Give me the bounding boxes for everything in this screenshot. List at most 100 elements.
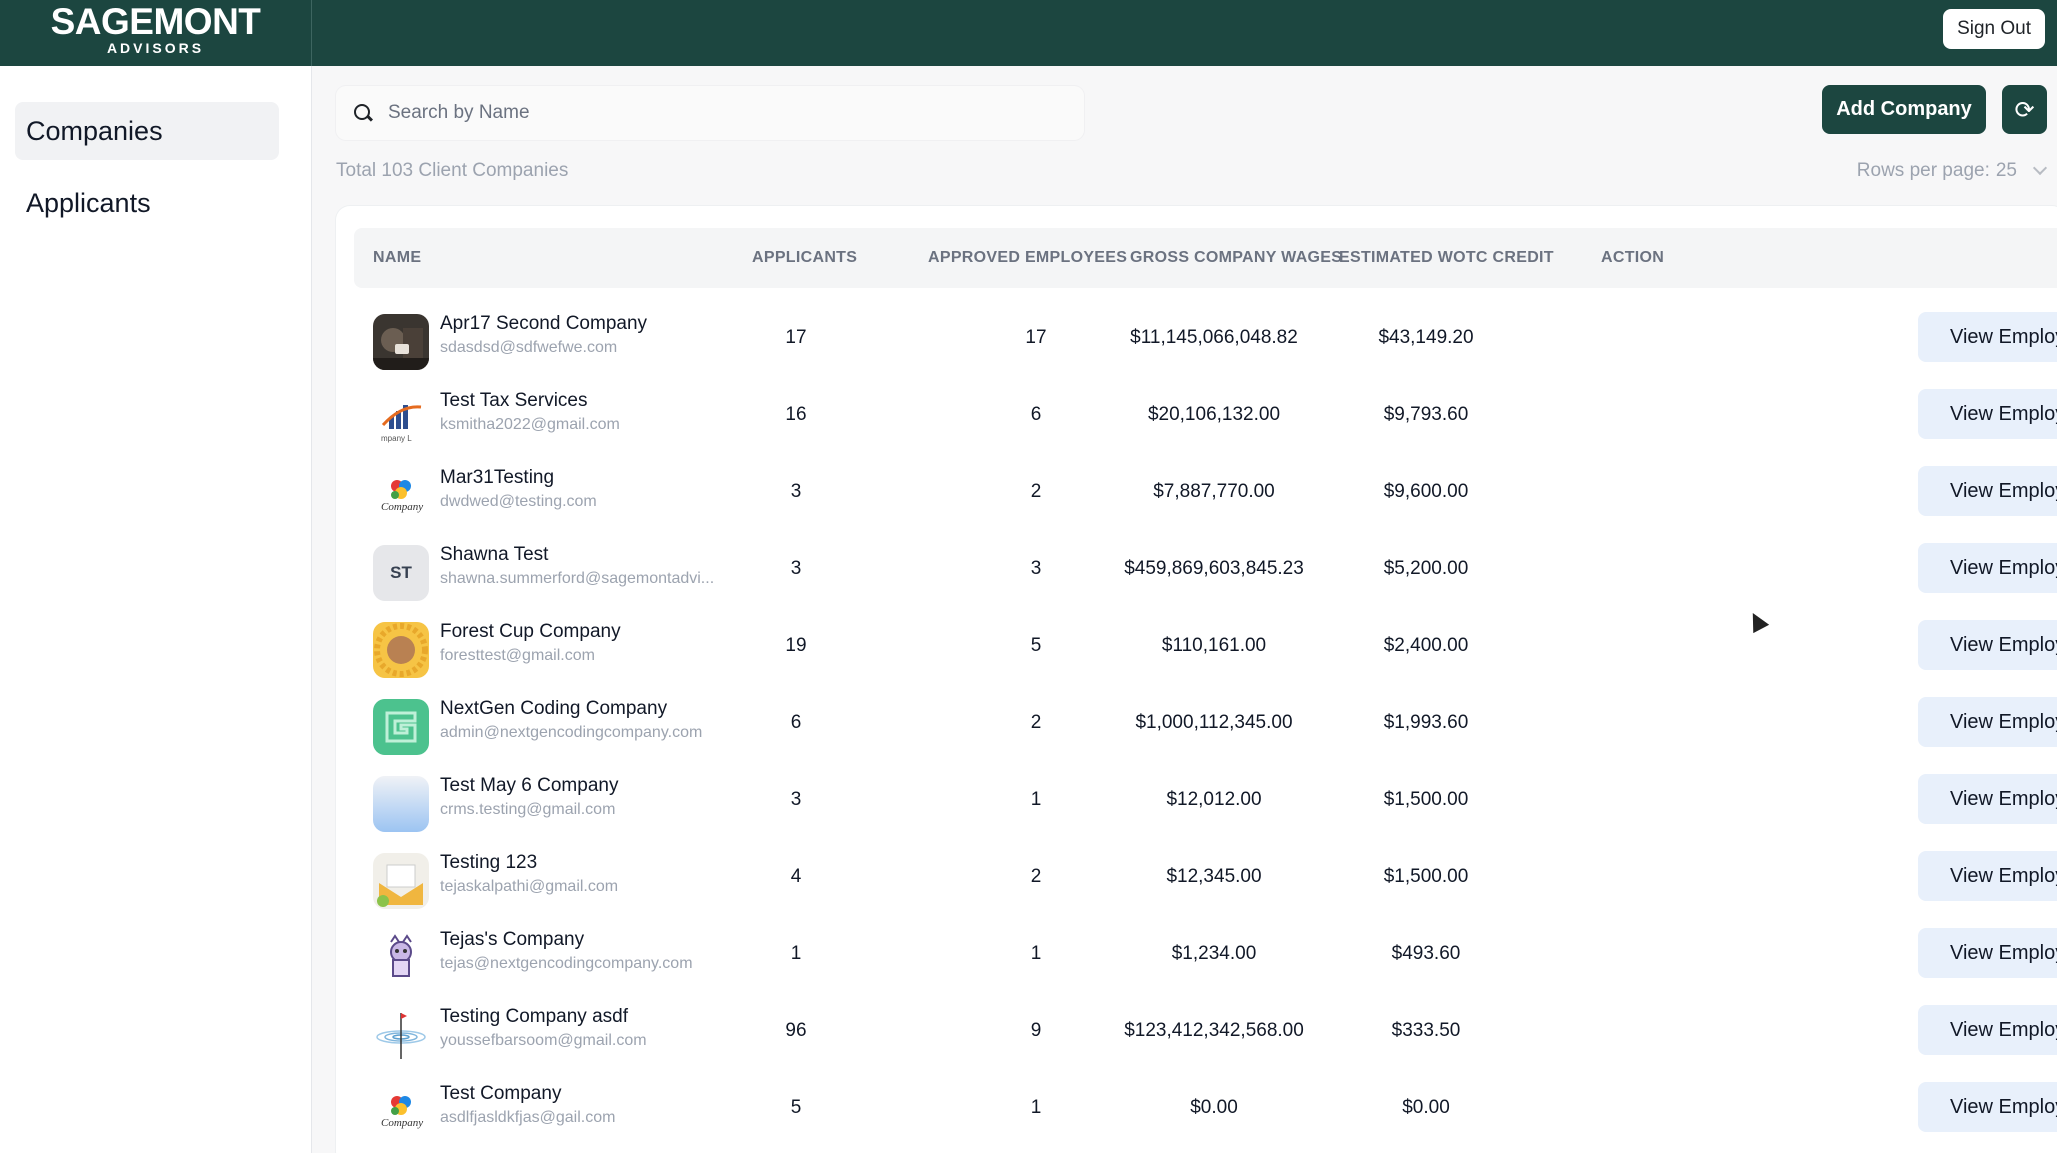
approved-employees-count: 1 (1030, 789, 1042, 810)
sidebar-item-label: Applicants (26, 187, 151, 218)
company-name[interactable]: Tejas's Company (440, 929, 584, 951)
company-name[interactable]: Test May 6 Company (440, 775, 618, 797)
estimated-wotc-credit: $2,400.00 (1383, 635, 1469, 656)
table-row[interactable]: Test May 6 Company crms.testing@gmail.com… (336, 760, 2057, 837)
company-name[interactable]: Testing Company asdf (440, 1006, 628, 1028)
table-row[interactable]: ST Shawna Test shawna.summerford@sagemonta… (336, 529, 2057, 606)
sign-out-button[interactable]: Sign Out (1943, 9, 2045, 49)
column-header-name[interactable]: NAME (373, 228, 421, 288)
column-header-wotc-credit[interactable]: ESTIMATED WOTC CREDIT (1339, 228, 1554, 288)
table-row[interactable]: Tejas's Company tejas@nextgencodingcompan… (336, 914, 2057, 991)
company-name[interactable]: NextGen Coding Company (440, 698, 667, 720)
estimated-wotc-credit: $1,993.60 (1383, 712, 1469, 733)
logo-wordmark: SAGEMONT (50, 1, 261, 42)
column-header-approved-employees[interactable]: APPROVED EMPLOYEES (928, 228, 1127, 288)
rows-per-page-select[interactable]: Rows per page: 25 (1856, 160, 2048, 182)
column-header-applicants[interactable]: APPLICANTS (752, 228, 857, 288)
company-avatar (373, 853, 429, 909)
total-companies-count: Total 103 Client Companies (336, 160, 569, 181)
company-name[interactable]: Testing 123 (440, 852, 537, 874)
company-email: tejas@nextgencodingcompany.com (440, 955, 693, 972)
gross-company-wages: $123,412,342,568.00 (1124, 1020, 1304, 1041)
svg-text:Company: Company (381, 1117, 423, 1129)
view-employees-button[interactable]: View Employees (1918, 312, 2057, 362)
rows-per-page-label: Rows per page: (1856, 160, 1990, 181)
estimated-wotc-credit: $493.60 (1391, 943, 1461, 964)
refresh-button[interactable]: ⟳ (2002, 85, 2047, 134)
column-header-gross-wages[interactable]: GROSS COMPANY WAGES (1130, 228, 1342, 288)
applicants-count: 5 (790, 1097, 802, 1118)
view-employees-button[interactable]: View Employees (1918, 928, 2057, 978)
view-employees-button[interactable]: View Employees (1918, 1005, 2057, 1055)
estimated-wotc-credit: $43,149.20 (1378, 327, 1474, 348)
top-bar: SAGEMONT ADVISORS Sign Out (0, 0, 2057, 66)
approved-employees-count: 2 (1030, 866, 1042, 887)
table-row[interactable]: Testing Company asdf youssefbarsoom@gmail… (336, 991, 2057, 1068)
view-employees-button[interactable]: View Employees (1918, 620, 2057, 670)
table-row[interactable]: Testing 123 tejaskalpathi@gmail.com 4 2 $12,… (336, 837, 2057, 914)
view-employees-button[interactable]: View Employees (1918, 389, 2057, 439)
table-header: NAME APPLICANTS APPROVED EMPLOYEES GROSS… (354, 228, 2057, 288)
company-avatar: mpany L (373, 391, 429, 447)
table-row[interactable]: Company Test Company asdlfjasldkfjas@gail.… (336, 1068, 2057, 1145)
company-email: asdlfjasldkfjas@gail.com (440, 1109, 616, 1126)
company-name[interactable]: Mar31Testing (440, 467, 554, 489)
table-row[interactable]: mpany L Test Tax Services ksmitha2022@gmai… (336, 375, 2057, 452)
gross-company-wages: $1,000,112,345.00 (1135, 712, 1293, 733)
search-input[interactable] (388, 102, 1048, 124)
company-email: dwdwed@testing.com (440, 493, 597, 510)
logo-subtitle: ADVISORS (106, 40, 205, 56)
gross-company-wages: $110,161.00 (1161, 635, 1267, 656)
company-email: foresttest@gmail.com (440, 647, 595, 664)
company-email: ksmitha2022@gmail.com (440, 416, 620, 433)
estimated-wotc-credit: $0.00 (1402, 1097, 1450, 1118)
applicants-count: 1 (790, 943, 802, 964)
applicants-count: 3 (790, 789, 802, 810)
company-name[interactable]: Test Tax Services (440, 390, 587, 412)
applicants-count: 3 (790, 481, 802, 502)
gross-company-wages: $1,234.00 (1171, 943, 1257, 964)
sidebar-item-companies[interactable]: Companies (15, 102, 279, 160)
add-company-button[interactable]: Add Company (1822, 85, 1986, 134)
view-employees-button[interactable]: View Employees (1918, 466, 2057, 516)
sagemont-logo[interactable]: SAGEMONT ADVISORS (0, 0, 312, 66)
gross-company-wages: $12,012.00 (1166, 789, 1262, 810)
gross-company-wages: $0.00 (1190, 1097, 1238, 1118)
sidebar-item-applicants[interactable]: Applicants (15, 174, 279, 232)
search-box[interactable] (336, 86, 1084, 140)
view-employees-button[interactable]: View Employees (1918, 1082, 2057, 1132)
table-row[interactable]: NextGen Coding Company admin@nextgencodin… (336, 683, 2057, 760)
company-name[interactable]: Test Company (440, 1083, 561, 1105)
company-name[interactable]: Apr17 Second Company (440, 313, 647, 335)
view-employees-button[interactable]: View Employees (1918, 851, 2057, 901)
applicants-count: 19 (785, 635, 807, 656)
company-name[interactable]: Forest Cup Company (440, 621, 621, 643)
approved-employees-count: 2 (1030, 481, 1042, 502)
estimated-wotc-credit: $1,500.00 (1383, 866, 1469, 887)
table-row[interactable]: Forest Cup Company foresttest@gmail.com 19… (336, 606, 2057, 683)
approved-employees-count: 3 (1030, 558, 1042, 579)
view-employees-button[interactable]: View Employees (1918, 543, 2057, 593)
company-email: shawna.summerford@sagemontadvi... (440, 570, 715, 587)
company-avatar (373, 1007, 429, 1063)
view-employees-button[interactable]: View Employees (1918, 774, 2057, 824)
estimated-wotc-credit: $9,793.60 (1383, 404, 1469, 425)
gross-company-wages: $11,145,066,048.82 (1130, 327, 1298, 348)
estimated-wotc-credit: $5,200.00 (1383, 558, 1469, 579)
svg-text:mpany L: mpany L (381, 434, 412, 443)
gross-company-wages: $7,887,770.00 (1153, 481, 1275, 502)
company-avatar (373, 314, 429, 370)
company-avatar (373, 699, 429, 755)
table-row[interactable]: Company Mar31Testing dwdwed@testing.com 3 2 $… (336, 452, 2057, 529)
sidebar: Companies Applicants (0, 66, 312, 1153)
table-row[interactable]: Apr17 Second Company sdasdsd@sdfwefwe.com… (336, 298, 2057, 375)
view-employees-button[interactable]: View Employees (1918, 697, 2057, 747)
approved-employees-count: 5 (1030, 635, 1042, 656)
applicants-count: 3 (790, 558, 802, 579)
approved-employees-count: 2 (1030, 712, 1042, 733)
approved-employees-count: 1 (1030, 1097, 1042, 1118)
companies-table: NAME APPLICANTS APPROVED EMPLOYEES GROSS… (336, 206, 2057, 1153)
company-name[interactable]: Shawna Test (440, 544, 548, 566)
company-email: tejaskalpathi@gmail.com (440, 878, 619, 895)
search-icon (352, 102, 374, 124)
